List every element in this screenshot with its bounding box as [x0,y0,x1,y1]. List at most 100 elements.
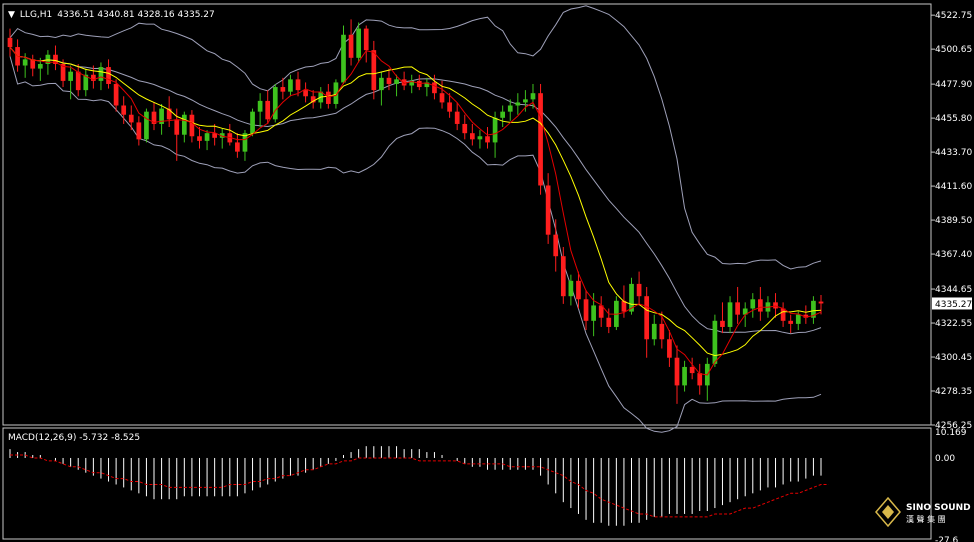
candle-body [106,67,111,84]
candle-body [68,71,73,81]
candle [697,363,703,395]
candle-body [583,299,589,321]
chart-canvas[interactable]: 4522.75 4500.65 4477.90 4455.80 4433.70 4411.… [0,0,974,542]
candle-body [469,133,475,140]
macd-histogram [9,446,822,526]
candle [409,74,415,94]
candle [758,286,763,321]
candle [454,102,460,131]
candle-body [553,234,559,257]
candle-body [265,100,271,120]
candle-body [394,79,399,84]
candle [144,108,149,143]
candle-body [303,90,308,97]
candle-body [128,114,134,123]
macd-panel-frame [2,427,932,540]
candle [553,219,559,272]
candle [341,25,346,84]
macd-title: MACD(12,26,9) -5.732 -8.525 [8,433,140,443]
candle-body [500,111,506,118]
macd-axis: 10.169 0.00 -27.6 [935,428,967,542]
brand-logo: SINO SOUND漢 聲 集 團 [875,496,971,528]
candle-body [773,302,778,309]
candle [272,83,278,123]
candle [598,296,604,327]
candle-body [576,280,581,300]
price-tick-label: 4500.65 [935,45,972,55]
trading-chart-window: 4522.75 4500.65 4477.90 4455.80 4433.70 4411.… [0,0,974,542]
candle-body [371,50,377,91]
candle-body [386,77,392,84]
candle-body [667,339,672,358]
candle-body [75,71,81,91]
moving-average-slow [9,46,822,357]
macd-signal-line [10,454,829,518]
candle [212,123,217,146]
candle [591,293,596,337]
candle [227,123,233,146]
candle-body [280,87,286,92]
candle [515,93,521,115]
candle [242,130,248,161]
candle [379,71,384,106]
candle-body [181,114,187,135]
candle [750,293,756,318]
candle-body [689,366,695,374]
macd-tick-label-partial: -27.6 [935,536,959,542]
candle-body [348,34,354,58]
candle [288,74,293,97]
candle-body [795,314,801,324]
candle [53,45,58,71]
price-tick-label: 4389.50 [935,216,972,226]
candle-body [530,93,536,100]
candle-body [591,305,596,321]
candle-body [545,185,551,235]
brand-name: SINO SOUND [906,503,971,513]
candle [712,314,718,367]
candle-body [485,136,490,143]
candle [469,123,475,146]
candle-body [197,136,202,141]
candle [583,290,589,331]
candle-body [780,308,786,321]
candle-body [295,79,301,91]
candle-body [735,302,740,315]
candle-body [363,28,369,51]
candle [98,62,104,91]
candle-body [257,100,263,112]
candle-body [659,323,665,340]
candle [30,54,36,77]
price-tick-label: 4477.90 [935,80,972,90]
candle-body [636,283,642,297]
candle-body [288,79,293,92]
candle-body [272,87,278,120]
header-arrow: ▼ [8,10,15,20]
candle-body [235,142,240,152]
candle-body [204,133,210,141]
candle [462,114,468,140]
candle [75,63,81,97]
candle [401,71,407,91]
candle-body [121,105,127,115]
candle [7,28,13,57]
candle [803,305,809,324]
candle [204,130,210,151]
candle [219,128,225,149]
candle-body [174,119,180,135]
candle-body [515,102,521,106]
candle [363,25,369,63]
candle-body [788,320,794,324]
price-tick-label: 4344.65 [935,285,972,295]
candle-body [325,91,331,104]
candle-body [341,34,346,83]
candle [181,111,187,143]
candle [128,105,134,131]
candle [644,286,650,358]
candle [773,293,778,318]
brand-subtitle: 漢 聲 集 團 [906,514,946,524]
candle [485,127,490,149]
candle-body [568,280,574,297]
candle [250,108,255,137]
candle [477,130,483,149]
candle [651,314,657,346]
